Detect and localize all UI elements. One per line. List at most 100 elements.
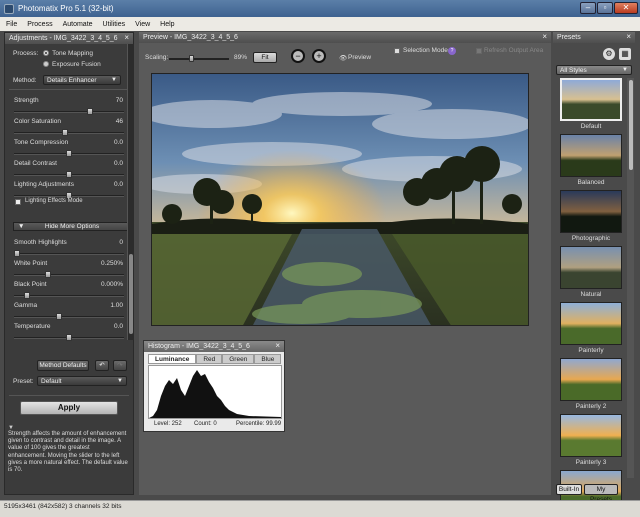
- zoom-out-icon[interactable]: −: [291, 49, 305, 63]
- close-button[interactable]: ✕: [614, 2, 638, 14]
- selection-mode-checkbox[interactable]: [394, 48, 400, 54]
- slider-track[interactable]: [14, 129, 124, 136]
- histogram-panel: Histogram - IMG_3422_3_4_5_6 × Luminance…: [143, 340, 285, 432]
- presets-header: Presets ×: [553, 32, 635, 43]
- process-row: Process: Tone Mapping: [13, 50, 93, 57]
- slider-track[interactable]: [14, 171, 124, 178]
- slider-thumb[interactable]: [66, 171, 72, 178]
- preset-label: Balanced: [577, 179, 605, 186]
- slider-value: 0.250%: [100, 260, 123, 267]
- menu-file[interactable]: File: [6, 21, 17, 28]
- slider-track[interactable]: [14, 271, 124, 278]
- maximize-button[interactable]: ▫: [597, 2, 613, 14]
- minimize-button[interactable]: –: [580, 2, 596, 14]
- adjustments-panel: Adjustments - IMG_3422_3_4_5_6 × Process…: [4, 32, 134, 495]
- redo-button[interactable]: ↷: [113, 360, 127, 371]
- preset-label: Default: [580, 123, 602, 130]
- slider-track[interactable]: [14, 150, 124, 157]
- slider-track[interactable]: [14, 108, 124, 115]
- slider-thumb[interactable]: [66, 334, 72, 341]
- menu-automate[interactable]: Automate: [63, 21, 93, 28]
- slider-thumb[interactable]: [66, 150, 72, 157]
- slider-track[interactable]: [14, 192, 124, 199]
- scaling-thumb[interactable]: [189, 55, 194, 62]
- slider-value: 0: [119, 239, 123, 246]
- preset-thumbnail[interactable]: [560, 134, 622, 177]
- slider-thumb[interactable]: [55, 313, 62, 320]
- close-icon[interactable]: ×: [542, 32, 547, 41]
- tab-red[interactable]: Red: [196, 354, 223, 364]
- tab-my-presets[interactable]: My Presets: [584, 484, 618, 503]
- refresh-output-checkbox[interactable]: [476, 48, 482, 54]
- refresh-output-label: Refresh Output Area: [484, 47, 544, 54]
- tone-mapping-label: Tone Mapping: [52, 50, 93, 57]
- zoom-in-icon[interactable]: +: [312, 49, 326, 63]
- slider-thumb[interactable]: [61, 129, 68, 136]
- help-icon[interactable]: ?: [448, 47, 456, 55]
- menu-help[interactable]: Help: [160, 21, 174, 28]
- scaling-slider[interactable]: [169, 55, 229, 62]
- method-value: Details Enhancer: [47, 77, 97, 84]
- close-icon[interactable]: ×: [626, 32, 631, 41]
- adjustments-scrollbar[interactable]: [127, 44, 134, 340]
- preview-title: Preview - IMG_3422_3_4_5_6: [143, 34, 238, 41]
- preset-label: Natural: [580, 291, 602, 298]
- styles-filter-select[interactable]: All Styles ▼: [556, 65, 632, 75]
- app-icon: [4, 3, 14, 14]
- tab-blue[interactable]: Blue: [254, 354, 282, 364]
- preset-thumbnail[interactable]: [560, 246, 622, 289]
- hide-more-options-toggle[interactable]: ▼ Hide More Options: [13, 222, 131, 231]
- lighting-effects-checkbox[interactable]: [15, 199, 21, 205]
- preset-thumbnail[interactable]: [560, 358, 622, 401]
- preset-thumbnail[interactable]: [560, 78, 622, 121]
- scaling-value: 89%: [234, 54, 248, 61]
- chevron-down-icon: ▼: [622, 67, 628, 73]
- slider-label: Lighting Adjustments: [14, 181, 74, 188]
- preset-thumbnail[interactable]: [560, 414, 622, 457]
- method-defaults-button[interactable]: Method Defaults: [37, 360, 89, 371]
- slider-label: Strength: [14, 97, 39, 104]
- fit-button[interactable]: Fit: [253, 52, 277, 63]
- exposure-fusion-label: Exposure Fusion: [52, 61, 101, 68]
- scaling-label: Scaling:: [145, 54, 169, 61]
- apply-button[interactable]: Apply: [20, 401, 118, 415]
- close-icon[interactable]: ×: [275, 341, 280, 350]
- slider-value: 46: [115, 118, 123, 125]
- close-icon[interactable]: ×: [124, 33, 129, 42]
- slider-thumb[interactable]: [24, 292, 31, 299]
- slider-thumb[interactable]: [14, 250, 20, 257]
- eye-icon[interactable]: 👁: [339, 54, 347, 62]
- lighting-effects-label: Lighting Effects Mode: [25, 198, 83, 204]
- preset-thumbnail[interactable]: [560, 190, 622, 233]
- histogram-tabs: Luminance Red Green Blue: [148, 354, 282, 364]
- slider-track[interactable]: [14, 292, 124, 299]
- settings-icon[interactable]: ⚙: [603, 48, 615, 60]
- preview-image[interactable]: [151, 73, 529, 326]
- undo-button[interactable]: ↶: [95, 360, 109, 371]
- hide-more-options-label: Hide More Options: [44, 223, 100, 230]
- grid-view-icon[interactable]: ▦: [619, 48, 631, 60]
- tab-built-in[interactable]: Built-In: [556, 484, 582, 495]
- presets-scrollbar[interactable]: [627, 78, 634, 478]
- tab-green[interactable]: Green: [222, 354, 255, 364]
- preview-label[interactable]: Preview: [348, 54, 371, 61]
- preset-thumbnail[interactable]: [560, 302, 622, 345]
- slider-thumb[interactable]: [86, 108, 93, 115]
- menu-utilities[interactable]: Utilities: [103, 21, 126, 28]
- tab-luminance[interactable]: Luminance: [148, 354, 197, 364]
- exposure-fusion-radio[interactable]: [43, 61, 49, 68]
- tone-mapping-radio[interactable]: [43, 50, 50, 57]
- preset-select[interactable]: Default ▼: [37, 376, 127, 386]
- slider-thumb[interactable]: [45, 271, 52, 278]
- level-readout: Level: 252: [154, 421, 182, 427]
- slider-label: Black Point: [14, 281, 47, 288]
- slider-value: 0.000%: [100, 281, 123, 288]
- slider-track[interactable]: [14, 313, 124, 320]
- slider-track[interactable]: [14, 250, 124, 257]
- menu-view[interactable]: View: [135, 21, 150, 28]
- method-select[interactable]: Details Enhancer ▼: [43, 75, 121, 85]
- styles-filter-value: All Styles: [560, 67, 587, 74]
- slider-track[interactable]: [14, 334, 124, 341]
- menu-process[interactable]: Process: [27, 21, 52, 28]
- help-description: Strength affects the amount of enhanceme…: [8, 431, 128, 474]
